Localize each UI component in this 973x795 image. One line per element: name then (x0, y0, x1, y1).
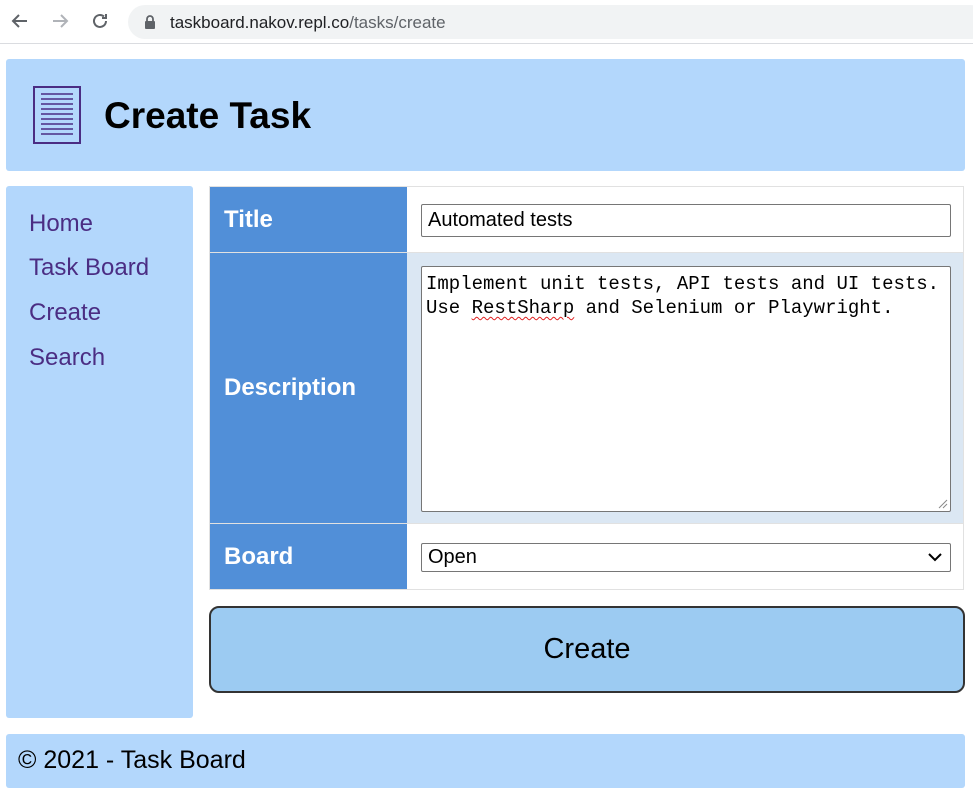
page-footer: © 2021 - Task Board (6, 734, 965, 788)
footer-copyright: © 2021 - Task Board (18, 746, 246, 774)
sidebar-item-home[interactable]: Home (29, 210, 93, 238)
form-row-description: Description Implement unit tests, API te… (210, 253, 963, 523)
sidebar-item-search[interactable]: Search (29, 344, 105, 372)
page-title: Create Task (104, 95, 312, 136)
misspelled-word: RestSharp (471, 297, 575, 319)
board-label: Board (210, 524, 407, 589)
resize-grip-icon[interactable] (938, 499, 948, 509)
description-textarea[interactable]: Implement unit tests, API tests and UI t… (421, 266, 951, 512)
back-arrow-icon[interactable] (7, 8, 33, 34)
board-selected-value: Open (428, 546, 477, 568)
chevron-down-icon (928, 553, 942, 562)
board-select[interactable]: Open (421, 543, 951, 572)
create-button[interactable]: Create (209, 606, 965, 693)
sidebar-item-create[interactable]: Create (29, 299, 101, 327)
forward-arrow-icon[interactable] (47, 8, 73, 34)
description-text-end: and Selenium or Playwright. (574, 297, 894, 319)
sidebar-nav: Home Task Board Create Search (6, 186, 193, 718)
lock-icon (145, 15, 155, 29)
address-bar[interactable]: taskboard.nakov.repl.co/tasks/create (128, 5, 973, 39)
page-header: Create Task (6, 59, 965, 171)
url-text: taskboard.nakov.repl.co/tasks/create (170, 13, 446, 33)
form-row-board: Board Open (210, 524, 963, 589)
title-label: Title (210, 187, 407, 252)
form-row-title: Title (210, 187, 963, 252)
url-path: /tasks/create (349, 13, 446, 32)
title-input[interactable] (421, 204, 951, 237)
browser-toolbar: taskboard.nakov.repl.co/tasks/create (0, 0, 973, 44)
url-host: taskboard.nakov.repl.co (170, 13, 350, 32)
create-task-form: Title Description Implement unit tests, … (209, 186, 964, 590)
reload-icon[interactable] (87, 8, 113, 34)
document-icon (33, 86, 81, 144)
description-label: Description (210, 253, 407, 523)
sidebar-item-task-board[interactable]: Task Board (29, 254, 149, 282)
